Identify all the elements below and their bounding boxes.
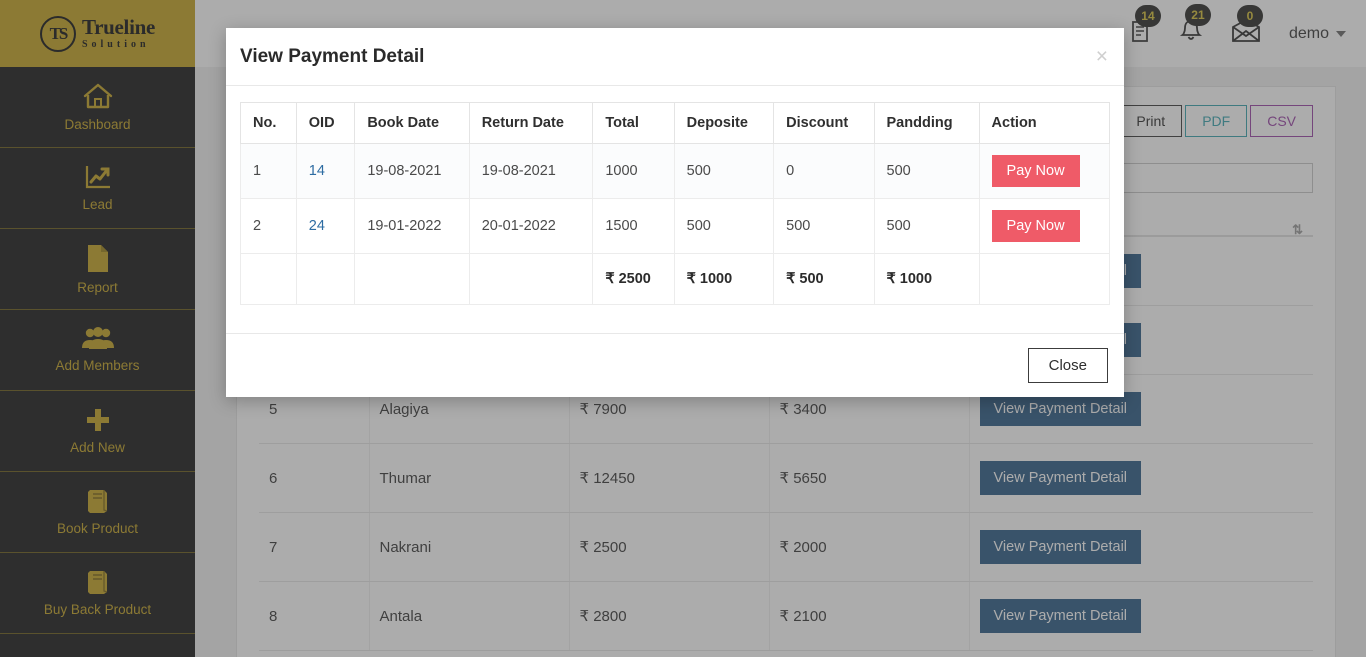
payment-detail-table: No. OID Book Date Return Date Total Depo…: [240, 102, 1111, 305]
cell-return-date: 20-01-2022: [468, 198, 594, 254]
cell-action: Pay Now: [978, 198, 1111, 254]
totals-blank: [295, 253, 356, 305]
column-header-book-date: Book Date: [354, 102, 470, 144]
modal-footer: Close: [226, 333, 1124, 397]
table-header-row: No. OID Book Date Return Date Total Depo…: [240, 102, 1111, 144]
cell-book-date: 19-01-2022: [354, 198, 470, 254]
column-header-pandding: Pandding: [873, 102, 980, 144]
cell-pandding: 500: [873, 198, 980, 254]
totals-blank: [240, 253, 297, 305]
pay-now-button[interactable]: Pay Now: [991, 155, 1080, 187]
view-payment-detail-modal: View Payment Detail × No. OID Book Date …: [226, 28, 1124, 397]
column-header-action: Action: [978, 102, 1111, 144]
column-header-return-date: Return Date: [468, 102, 594, 144]
close-button[interactable]: Close: [1027, 348, 1108, 383]
cell-no: 2: [240, 198, 297, 254]
totals-blank: [468, 253, 594, 305]
modal-header: View Payment Detail ×: [226, 28, 1124, 86]
payment-detail-head: No. OID Book Date Return Date Total Depo…: [240, 102, 1111, 144]
column-header-discount: Discount: [773, 102, 875, 144]
payment-detail-body: 1 14 19-08-2021 19-08-2021 1000 500 0 500 Pay No…: [240, 143, 1111, 254]
column-header-deposite: Deposite: [673, 102, 775, 144]
table-row: 1 14 19-08-2021 19-08-2021 1000 500 0 500 Pay No…: [240, 143, 1111, 199]
cell-oid: 24: [295, 198, 356, 254]
cell-no: 1: [240, 143, 297, 199]
cell-book-date: 19-08-2021: [354, 143, 470, 199]
column-header-oid: OID: [295, 102, 356, 144]
cell-deposite: 500: [673, 143, 775, 199]
app-root: TS Trueline Solution Dashboard Lead Repo…: [0, 0, 1366, 657]
cell-total: 1500: [592, 198, 675, 254]
cell-return-date: 19-08-2021: [468, 143, 594, 199]
cell-deposite: 500: [673, 198, 775, 254]
totals-pandding: ₹ 1000: [873, 253, 980, 305]
totals-total: ₹ 2500: [592, 253, 675, 305]
modal-body: No. OID Book Date Return Date Total Depo…: [226, 86, 1124, 313]
pay-now-button[interactable]: Pay Now: [991, 210, 1080, 242]
cell-pandding: 500: [873, 143, 980, 199]
cell-discount: 500: [773, 198, 875, 254]
totals-deposite: ₹ 1000: [673, 253, 775, 305]
column-header-total: Total: [592, 102, 675, 144]
oid-link[interactable]: 14: [309, 163, 325, 179]
cell-total: 1000: [592, 143, 675, 199]
payment-detail-foot: ₹ 2500 ₹ 1000 ₹ 500 ₹ 1000: [240, 253, 1111, 305]
totals-blank: [354, 253, 470, 305]
column-header-no: No.: [240, 102, 297, 144]
close-icon[interactable]: ×: [1096, 46, 1108, 67]
modal-title: View Payment Detail: [240, 45, 425, 67]
cell-discount: 0: [773, 143, 875, 199]
oid-link[interactable]: 24: [309, 218, 325, 234]
totals-row: ₹ 2500 ₹ 1000 ₹ 500 ₹ 1000: [240, 253, 1111, 305]
cell-oid: 14: [295, 143, 356, 199]
totals-blank: [978, 253, 1111, 305]
table-row: 2 24 19-01-2022 20-01-2022 1500 500 500 500 Pay …: [240, 198, 1111, 254]
cell-action: Pay Now: [978, 143, 1111, 199]
totals-discount: ₹ 500: [773, 253, 875, 305]
